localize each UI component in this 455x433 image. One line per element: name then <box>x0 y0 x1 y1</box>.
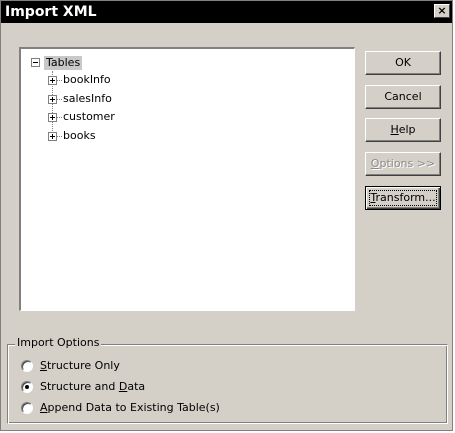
transform-button-label: Transform... <box>370 191 436 204</box>
collapse-icon[interactable] <box>31 58 40 67</box>
radio-label[interactable]: Append Data to Existing Table(s) <box>40 401 220 415</box>
tree-connector <box>57 135 62 137</box>
options-button[interactable]: Options >> <box>365 152 441 176</box>
radio-structure-and-data[interactable]: Structure and Data <box>21 379 145 395</box>
expand-icon[interactable] <box>48 131 57 141</box>
tree-connector <box>57 98 62 100</box>
expand-icon[interactable] <box>48 75 57 85</box>
tree-node-label[interactable]: Tables <box>44 55 83 70</box>
tree-node-label[interactable]: salesInfo <box>63 92 112 106</box>
expand-icon[interactable] <box>48 94 57 104</box>
radio-append-data[interactable]: Append Data to Existing Table(s) <box>21 400 220 416</box>
import-options-legend: Import Options <box>15 336 102 350</box>
radio-selected-dot <box>25 385 29 389</box>
transform-button[interactable]: Transform... <box>365 186 441 210</box>
close-icon: × <box>437 4 447 17</box>
tree-node-label[interactable]: books <box>63 129 96 143</box>
tree-node-bookinfo[interactable]: bookInfo <box>48 73 111 87</box>
expand-icon[interactable] <box>48 112 57 122</box>
help-button-label: Help <box>390 123 416 136</box>
radio-label[interactable]: Structure and Data <box>40 380 145 394</box>
radio-button[interactable] <box>21 360 33 372</box>
tree-node-label[interactable]: bookInfo <box>63 73 111 87</box>
radio-structure-only[interactable]: Structure Only <box>21 358 120 374</box>
cancel-button-label: Cancel <box>384 90 422 103</box>
radio-label[interactable]: Structure Only <box>40 359 120 373</box>
help-button[interactable]: Help <box>365 118 441 142</box>
tree-node-customer[interactable]: customer <box>48 110 115 124</box>
tree-node-books[interactable]: books <box>48 129 96 143</box>
tables-tree-view[interactable]: Tables bookInfo salesInfo customer books <box>19 47 355 311</box>
window-title: Import XML <box>5 4 97 20</box>
tree-node-salesinfo[interactable]: salesInfo <box>48 92 112 106</box>
tree-node-tables[interactable]: Tables <box>31 55 83 70</box>
close-button[interactable]: × <box>434 4 450 18</box>
tree-connector <box>57 116 62 118</box>
tree-connector <box>57 79 62 81</box>
options-button-label: Options >> <box>370 157 436 170</box>
tree-node-label[interactable]: customer <box>63 110 115 124</box>
radio-button[interactable] <box>21 402 33 414</box>
import-xml-dialog: Import XML × Tables bookInfo salesInfo c… <box>0 0 453 431</box>
cancel-button[interactable]: Cancel <box>365 85 441 109</box>
ok-button-label: OK <box>395 56 411 69</box>
title-bar: Import XML × <box>1 1 452 23</box>
radio-button[interactable] <box>21 381 33 393</box>
ok-button[interactable]: OK <box>365 51 441 75</box>
